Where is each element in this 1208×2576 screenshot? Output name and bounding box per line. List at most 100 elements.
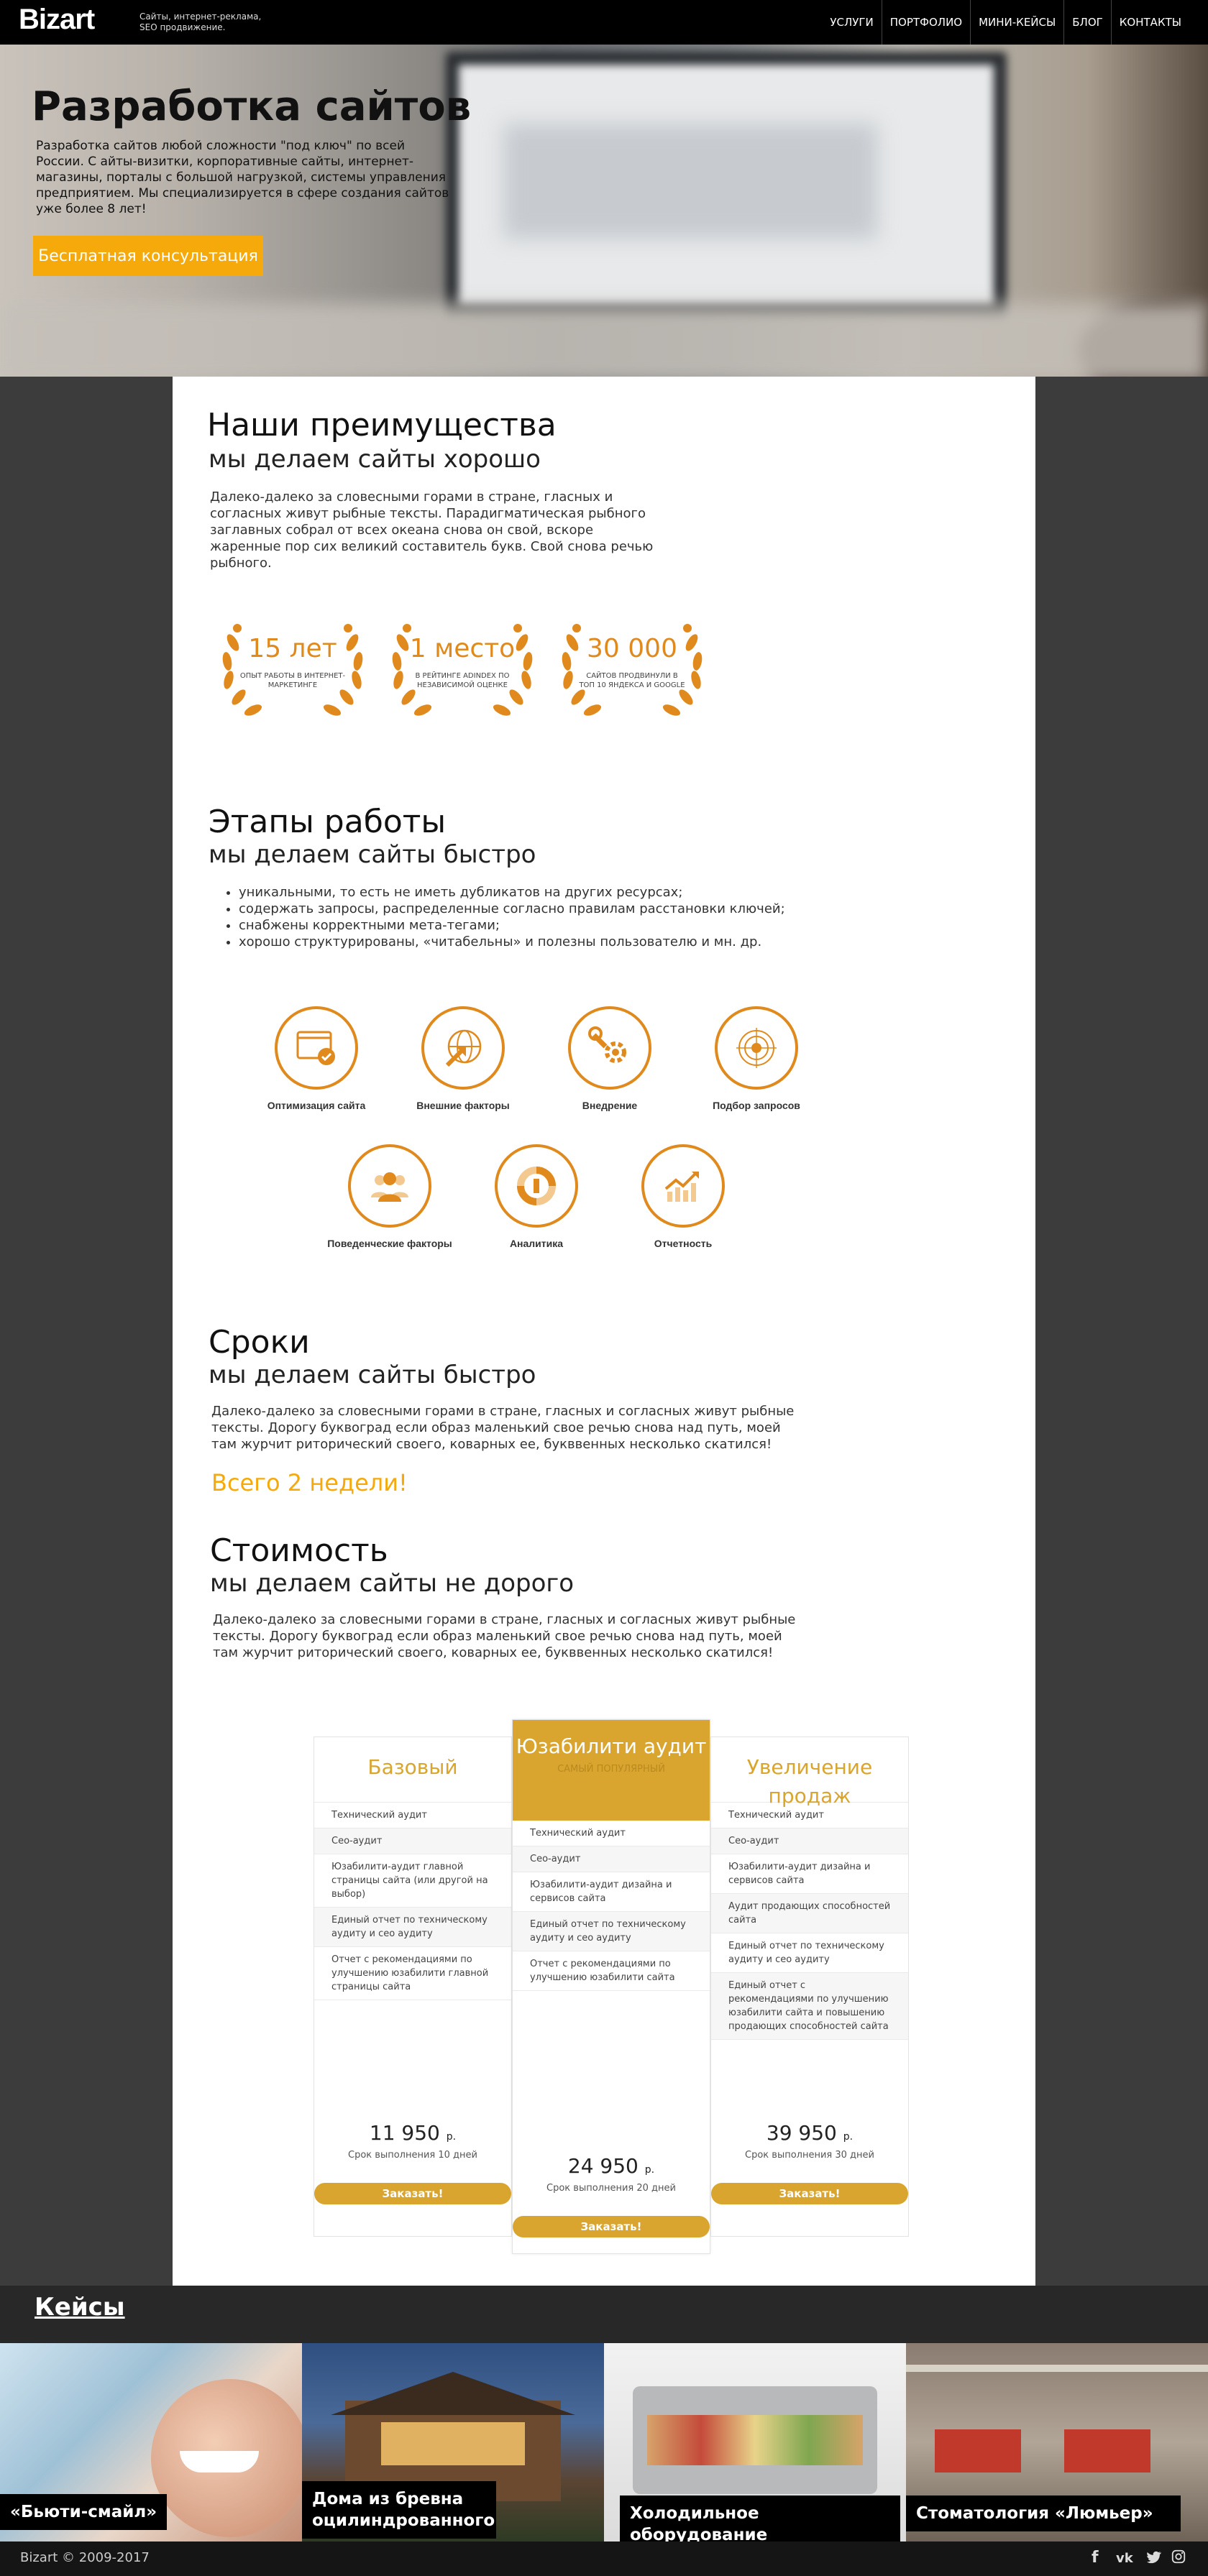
case-image-roof — [331, 2372, 575, 2415]
main-nav: УСЛУГИ ПОРТФОЛИО МИНИ-КЕЙСЫ БЛОГ КОНТАКТ… — [822, 0, 1189, 45]
advantages-text: Далеко-далеко за словесными горами в стр… — [210, 489, 654, 571]
award-experience: 15 лет ОПЫТ РАБОТЫ В ИНТЕРНЕТ-МАРКЕТИНГЕ — [217, 614, 368, 724]
plan-term: Срок выполнения 20 дней — [546, 2183, 676, 2194]
cases-title[interactable]: Кейсы — [35, 2293, 125, 2322]
pricing-text: Далеко-далеко за словесными горами в стр… — [213, 1612, 796, 1660]
case-image-food — [647, 2415, 863, 2465]
order-button[interactable]: Заказать! — [513, 2216, 710, 2237]
stage-external-factors[interactable]: Внешние факторы — [391, 1006, 535, 1121]
plan-feature: Юзабилити-аудит главной страницы сайта (… — [314, 1854, 511, 1908]
users-icon — [371, 1172, 408, 1202]
footer-copyright: Bizart © 2009-2017 — [20, 2550, 150, 2565]
instagram-icon[interactable] — [1171, 2549, 1186, 2569]
list-item: хорошо структурированы, «читабельны» и п… — [239, 934, 886, 950]
stage-behavioral-factors[interactable]: Поведенческие факторы — [318, 1144, 462, 1259]
pricing-title: Стоимость — [210, 1532, 388, 1569]
stage-implementation[interactable]: Внедрение — [538, 1006, 682, 1121]
case-label: Дома из бревна оцилиндрованного — [302, 2481, 496, 2539]
plan-feature: Единый отчет по техническому аудиту и се… — [513, 1912, 710, 1951]
advantages-title: Наши преимущества — [207, 407, 557, 443]
plan-feature: Сео-аудит — [513, 1846, 710, 1872]
awards-row: 15 лет ОПЫТ РАБОТЫ В ИНТЕРНЕТ-МАРКЕТИНГЕ… — [217, 614, 735, 729]
case-label: Стоматология «Люмьер» — [906, 2496, 1181, 2531]
plan-feature: Технический аудит — [513, 1821, 710, 1846]
featured-plan-header: Юзабилити аудит САМЫЙ ПОПУЛЯРНЫЙ — [513, 1720, 710, 1821]
terms-title: Сроки — [209, 1324, 310, 1361]
award-rating: 1 место В РЕЙТИНГЕ ADINDEX ПО НЕЗАВИСИМО… — [387, 614, 538, 724]
stage-keyword-selection[interactable]: Подбор запросов — [685, 1006, 828, 1121]
case-label: «Бьюти-смайл» — [0, 2494, 168, 2530]
facebook-icon[interactable]: f — [1092, 2549, 1099, 2567]
wrench-gear-icon — [588, 1026, 626, 1063]
list-item: содержать запросы, распределенные соглас… — [239, 901, 886, 917]
vk-icon[interactable]: vk — [1116, 2551, 1133, 2566]
plan-feature: Аудит продающих способностей сайта — [711, 1894, 908, 1933]
cases-header-bar — [0, 2286, 1208, 2343]
plan-feature: Юзабилити-аудит дизайна и сервисов сайта — [711, 1854, 908, 1894]
stage-label: Аналитика — [509, 1238, 564, 1249]
site-logo[interactable]: Bizart — [19, 4, 95, 36]
case-image-windows — [381, 2422, 525, 2465]
plan-name: Базовый — [367, 1755, 458, 1779]
stage-label: Оптимизация сайта — [267, 1100, 366, 1111]
advantages-subtitle: мы делаем сайты хорошо — [209, 445, 541, 474]
stage-label: Подбор запросов — [713, 1100, 800, 1111]
terms-subtitle: мы делаем сайты быстро — [209, 1361, 536, 1389]
plan-feature: Сео-аудит — [314, 1828, 511, 1854]
plan-feature: Единый отчет с рекомендациями по улучшен… — [711, 1973, 908, 2040]
nav-item-blog[interactable]: БЛОГ — [1063, 0, 1111, 45]
hero-bg-desk — [0, 303, 1208, 377]
laurel-wreath-icon — [222, 624, 363, 716]
hero-title: Разработка сайтов — [32, 83, 472, 130]
nav-item-mini-cases[interactable]: МИНИ-КЕЙСЫ — [970, 0, 1063, 45]
case-card-refrigeration[interactable]: Холодильное оборудование — [604, 2343, 906, 2542]
list-item: снабжены корректными мета-тегами; — [239, 917, 886, 934]
pricing-card-basic: Базовый Технический аудит Сео-аудит Юзаб… — [314, 1736, 512, 2237]
award-caption: САЙТОВ ПРОДВИНУЛИ В ТОП 10 ЯНДЕКСА И GOO… — [579, 672, 685, 689]
plan-price: 24 950 р. — [567, 2154, 655, 2178]
plan-feature: Сео-аудит — [711, 1828, 908, 1854]
nav-item-portfolio[interactable]: ПОРТФОЛИО — [881, 0, 970, 45]
terms-text: Далеко-далеко за словесными горами в стр… — [211, 1404, 795, 1452]
hero-bg-screen — [503, 124, 877, 239]
award-value: 1 место — [409, 634, 516, 663]
case-card-beauty-smile[interactable]: «Бьюти-смайл» — [0, 2343, 302, 2542]
stages-subtitle: мы делаем сайты быстро — [209, 840, 536, 869]
award-caption: В РЕЙТИНГЕ ADINDEX ПО НЕЗАВИСИМОЙ ОЦЕНКЕ — [415, 672, 510, 689]
stage-optimization[interactable]: Оптимизация сайта — [244, 1006, 388, 1121]
popular-badge: САМЫЙ ПОПУЛЯРНЫЙ — [557, 1764, 665, 1775]
plan-price: 11 950 р. — [369, 2121, 457, 2145]
footer — [0, 2542, 1208, 2576]
award-value: 15 лет — [248, 634, 337, 663]
twitter-icon[interactable] — [1146, 2549, 1162, 2569]
plan-feature: Юзабилити-аудит дизайна и сервисов сайта — [513, 1872, 710, 1912]
stages-bullet-list: уникальными, то есть не иметь дубликатов… — [239, 884, 886, 950]
award-caption: ОПЫТ РАБОТЫ В ИНТЕРНЕТ-МАРКЕТИНГЕ — [239, 672, 346, 689]
case-card-log-houses[interactable]: Дома из бревна оцилиндрованного — [302, 2343, 604, 2542]
nav-item-contacts[interactable]: КОНТАКТЫ — [1110, 0, 1189, 45]
nav-item-services[interactable]: УСЛУГИ — [822, 0, 881, 45]
stage-analytics[interactable]: Аналитика — [465, 1144, 608, 1259]
pricing-subtitle: мы делаем сайты не дорого — [210, 1569, 575, 1598]
plan-name: Юзабилити аудит — [516, 1734, 707, 1758]
case-image-ceiling — [906, 2365, 1208, 2372]
plan-feature: Единый отчет по техническому аудиту и се… — [314, 1908, 511, 1947]
laurel-wreath-icon — [392, 624, 533, 716]
site-tagline: Сайты, интернет-реклама, SEO продвижение… — [139, 12, 262, 32]
main-content: Наши преимущества мы делаем сайты хорошо… — [173, 377, 1035, 2286]
order-button[interactable]: Заказать! — [711, 2183, 908, 2204]
stage-label: Внешние факторы — [416, 1100, 510, 1111]
plan-feature: Единый отчет по техническому аудиту и се… — [711, 1933, 908, 1973]
terms-highlight: Всего 2 недели! — [211, 1469, 408, 1496]
case-image-chair — [1064, 2429, 1150, 2472]
list-item: уникальными, то есть не иметь дубликатов… — [239, 884, 886, 901]
plan-feature: Технический аудит — [314, 1803, 511, 1828]
stage-reporting[interactable]: Отчетность — [611, 1144, 755, 1259]
stage-label: Поведенческие факторы — [327, 1238, 452, 1249]
free-consultation-button[interactable]: Бесплатная консультация — [33, 236, 263, 276]
case-card-dentistry[interactable]: Стоматология «Люмьер» — [906, 2343, 1208, 2542]
case-image-chair — [935, 2429, 1021, 2472]
globe-arrow-icon — [445, 1029, 482, 1067]
plan-feature: Отчет с рекомендациями по улучшению юзаб… — [314, 1947, 511, 2000]
order-button[interactable]: Заказать! — [314, 2183, 511, 2204]
